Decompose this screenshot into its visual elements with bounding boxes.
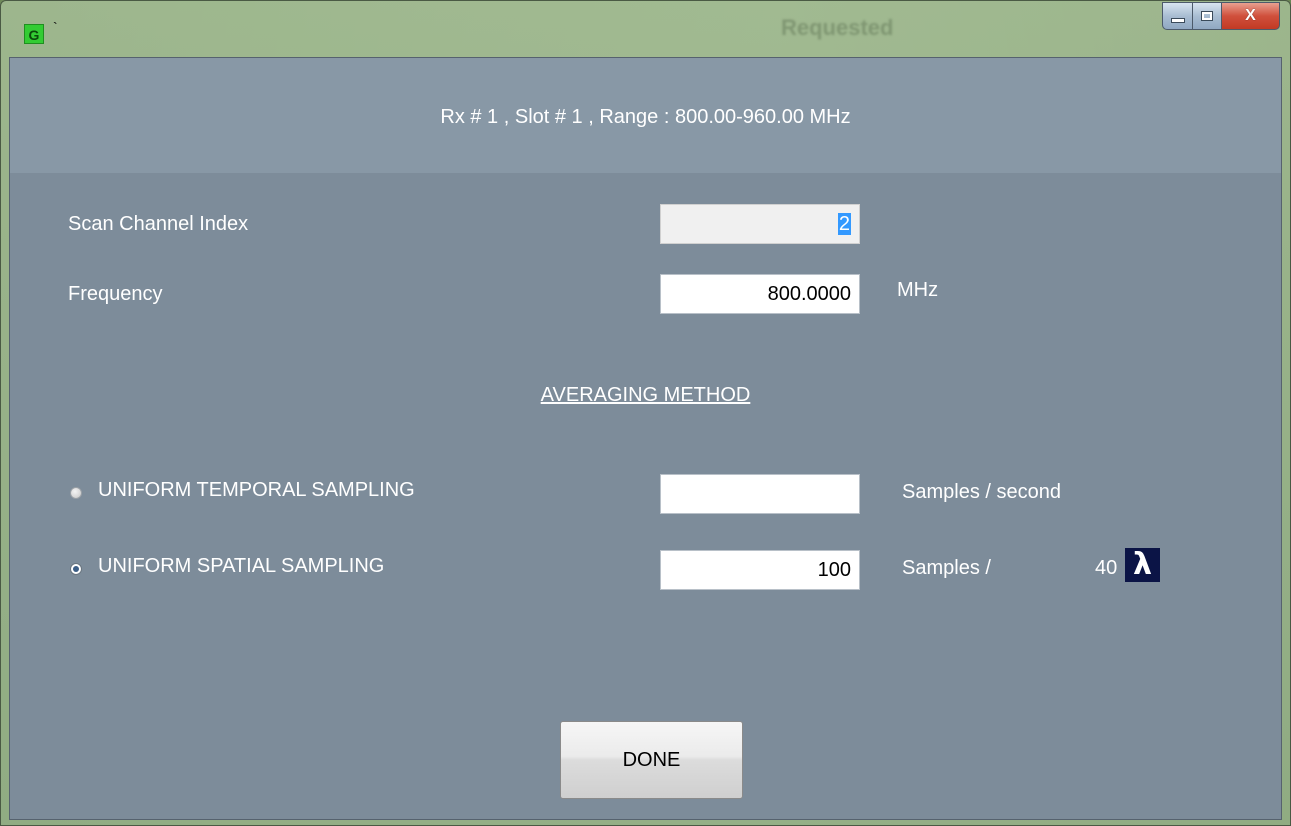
lambda-icon: λ xyxy=(1125,548,1160,582)
close-button[interactable]: X xyxy=(1222,2,1280,30)
header-band: Rx # 1 , Slot # 1 , Range : 800.00-960.0… xyxy=(10,58,1281,173)
scan-channel-index-value: 2 xyxy=(837,213,851,235)
scan-channel-index-field[interactable]: 2 xyxy=(660,204,860,244)
close-icon: X xyxy=(1245,7,1256,24)
temporal-sampling-label[interactable]: UNIFORM TEMPORAL SAMPLING xyxy=(98,479,415,502)
title-bar[interactable]: Requested G ` X xyxy=(1,1,1290,57)
maximize-icon xyxy=(1201,11,1213,21)
scan-channel-index-label: Scan Channel Index xyxy=(68,213,249,235)
spatial-sampling-radio[interactable] xyxy=(70,563,82,575)
spatial-sampling-label[interactable]: UNIFORM SPATIAL SAMPLING xyxy=(98,555,384,578)
maximize-button[interactable] xyxy=(1192,2,1222,30)
dialog-window: Requested G ` X Rx # 1 , Slot # 1 , Rang… xyxy=(0,0,1291,826)
spatial-samples-input[interactable] xyxy=(660,550,860,590)
frequency-label: Frequency xyxy=(68,283,163,305)
spatial-samples-unit: Samples / xyxy=(902,557,991,579)
temporal-samples-input[interactable] xyxy=(660,474,860,514)
temporal-sampling-radio[interactable] xyxy=(70,487,82,499)
wavelength-count: 40 xyxy=(1095,557,1118,579)
window-controls: X xyxy=(1162,2,1280,30)
minimize-icon xyxy=(1170,17,1185,23)
frequency-unit: MHz xyxy=(897,279,939,301)
averaging-method-title: AVERAGING METHOD xyxy=(540,384,751,406)
receiver-slot-range-header: Rx # 1 , Slot # 1 , Range : 800.00-960.0… xyxy=(440,106,851,128)
temporal-samples-unit: Samples / second xyxy=(902,481,1061,503)
done-button[interactable]: DONE xyxy=(560,721,743,799)
background-window-title: Requested xyxy=(781,15,894,40)
app-icon[interactable]: G xyxy=(24,24,44,44)
minimize-button[interactable] xyxy=(1162,2,1192,30)
dialog-client-area: Rx # 1 , Slot # 1 , Range : 800.00-960.0… xyxy=(9,57,1282,820)
frequency-input[interactable] xyxy=(660,274,860,314)
window-title: ` xyxy=(53,19,58,35)
